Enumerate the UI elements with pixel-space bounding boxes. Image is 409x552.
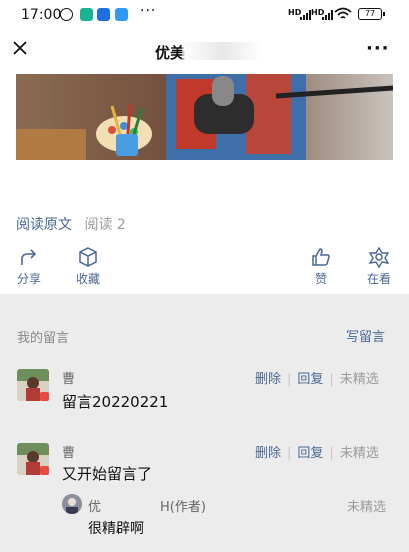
read-row: 阅读原文 阅读 2 <box>16 214 126 234</box>
comment-author: 曹 <box>62 446 76 461</box>
status-bar: 17:00 ··· HD HD 77 <box>0 0 409 30</box>
app-notification-icon-3 <box>115 8 128 21</box>
article-footer: 阅读原文 阅读 2 分享 收藏 赞 在看 <box>0 74 409 294</box>
reply-unselected-status: 未精选 <box>347 500 387 515</box>
battery-icon: 77 <box>358 8 385 20</box>
article-image <box>16 74 393 160</box>
my-comments-header: 我的留言 <box>17 331 70 346</box>
delete-button[interactable]: 删除 <box>255 372 281 387</box>
thumbs-up-icon <box>312 248 330 266</box>
name-redaction <box>102 497 164 511</box>
nav-bar: 优美 ··· <box>0 30 409 74</box>
signal-icon-2 <box>322 9 333 20</box>
like-button[interactable]: 赞 <box>296 246 346 287</box>
comment-text: 又开始留言了 <box>62 465 153 483</box>
comments-section: 我的留言 写留言 曹 删除 | 回复 | 未精选 留言20220221 曹 删除… <box>0 294 409 552</box>
unselected-status: 未精选 <box>339 372 379 387</box>
reply-button[interactable]: 回复 <box>297 446 323 461</box>
status-badge <box>40 466 49 475</box>
delete-button[interactable]: 删除 <box>255 446 281 461</box>
reply-text: 很精辟啊 <box>88 521 144 537</box>
share-label: 分享 <box>16 272 41 286</box>
author-avatar <box>62 494 82 514</box>
like-label: 赞 <box>314 272 327 286</box>
collect-label: 收藏 <box>75 272 100 286</box>
name-redaction <box>76 443 98 457</box>
read-count: 阅读 2 <box>84 217 126 233</box>
more-icon[interactable]: ··· <box>366 38 390 59</box>
looking-button[interactable]: 在看 <box>354 246 404 287</box>
box-icon <box>79 247 97 267</box>
share-button[interactable]: 分享 <box>4 246 54 287</box>
unselected-status: 未精选 <box>339 446 379 461</box>
write-comment-button[interactable]: 写留言 <box>346 326 385 345</box>
flower-icon <box>368 246 390 268</box>
read-original-link[interactable]: 阅读原文 <box>16 217 72 233</box>
app-notification-icon <box>80 8 93 21</box>
wifi-icon <box>334 7 352 19</box>
alarm-icon <box>60 8 73 21</box>
status-time: 17:00 <box>21 7 62 23</box>
comment-text: 留言20220221 <box>62 393 169 411</box>
reply-author: 优 <box>88 500 102 515</box>
signal-icon <box>300 9 311 20</box>
comment-author: 曹 <box>62 372 76 387</box>
collect-button[interactable]: 收藏 <box>63 246 113 287</box>
share-icon <box>21 249 37 265</box>
comment-actions: 删除 | 回复 | 未精选 <box>255 372 379 387</box>
close-icon[interactable] <box>10 38 30 58</box>
name-redaction <box>76 369 98 383</box>
comment-actions: 删除 | 回复 | 未精选 <box>255 446 379 461</box>
app-notification-icon-2 <box>97 8 110 21</box>
author-tag: H(作者) <box>160 500 206 515</box>
page-title[interactable]: 优美 <box>155 42 185 63</box>
title-redaction <box>182 42 262 60</box>
looking-label: 在看 <box>366 272 391 286</box>
status-more-icon: ··· <box>140 3 157 19</box>
reply-button[interactable]: 回复 <box>297 372 323 387</box>
status-badge <box>40 392 49 401</box>
